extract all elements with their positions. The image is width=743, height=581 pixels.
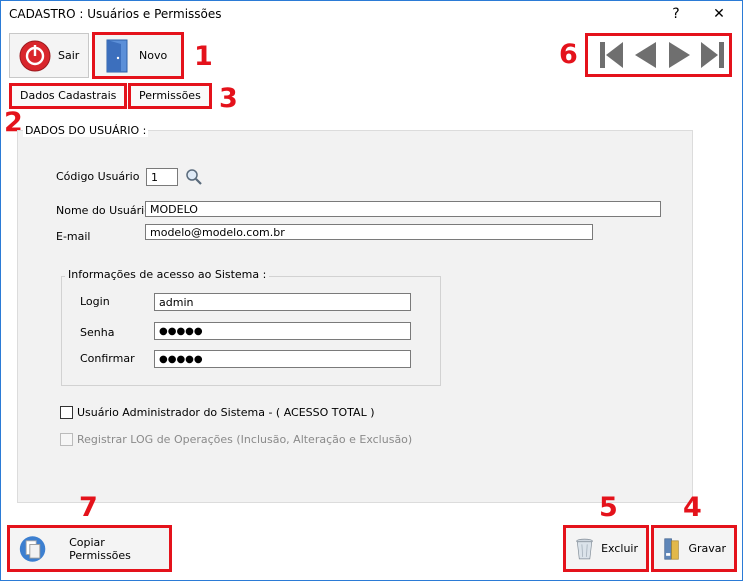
annotation-6: 6 xyxy=(559,39,578,70)
annotation-7: 7 xyxy=(79,492,98,523)
log-checkbox-label[interactable]: Registrar LOG de Operações (Inclusão, Al… xyxy=(77,433,412,446)
tab-dados-cadastrais[interactable]: Dados Cadastrais xyxy=(9,83,128,109)
excluir-label: Excluir xyxy=(601,542,638,555)
login-label: Login xyxy=(80,295,110,308)
window-title: CADASTRO : Usuários e Permissões xyxy=(9,7,222,21)
annotation-4: 4 xyxy=(683,492,702,523)
first-record-icon[interactable] xyxy=(597,39,625,71)
email-input[interactable]: modelo@modelo.com.br xyxy=(145,224,593,240)
copy-permissions-icon xyxy=(19,535,46,562)
power-icon xyxy=(19,40,51,71)
annotation-1: 1 xyxy=(194,41,213,72)
tab-permissoes[interactable]: Permissões xyxy=(128,83,212,109)
copiar-permissoes-button[interactable]: Copiar Permissões xyxy=(7,525,172,572)
novo-label: Novo xyxy=(139,49,168,62)
confirmar-input[interactable]: ●●●●● xyxy=(154,350,411,368)
previous-record-icon[interactable] xyxy=(631,39,659,71)
door-icon xyxy=(106,39,128,72)
nome-label: Nome do Usuário xyxy=(56,204,151,217)
annotation-3: 3 xyxy=(219,83,238,114)
log-checkbox[interactable] xyxy=(60,433,73,446)
gravar-button[interactable]: Gravar xyxy=(651,525,737,572)
copiar-label: Copiar Permissões xyxy=(69,535,131,562)
codigo-input[interactable]: 1 xyxy=(146,168,178,186)
login-input[interactable]: admin xyxy=(154,293,411,311)
last-record-icon[interactable] xyxy=(699,39,727,71)
help-button[interactable]: ? xyxy=(661,3,691,25)
admin-checkbox-label[interactable]: Usuário Administrador do Sistema - ( ACE… xyxy=(77,406,374,419)
novo-button[interactable]: Novo xyxy=(92,32,184,79)
search-icon[interactable] xyxy=(185,168,203,186)
save-binder-icon xyxy=(664,537,679,560)
admin-checkbox[interactable] xyxy=(60,406,73,419)
nome-input[interactable]: MODELO xyxy=(145,201,661,217)
next-record-icon[interactable] xyxy=(666,39,694,71)
excluir-button[interactable]: Excluir xyxy=(563,525,649,572)
gravar-label: Gravar xyxy=(688,542,726,555)
sair-label: Sair xyxy=(58,49,80,62)
senha-input[interactable]: ●●●●● xyxy=(154,322,411,340)
window: CADASTRO : Usuários e Permissões ? ✕ Sai… xyxy=(0,0,743,581)
senha-label: Senha xyxy=(80,326,115,339)
confirmar-label: Confirmar xyxy=(80,352,135,365)
sair-button[interactable]: Sair xyxy=(9,33,89,78)
trash-icon xyxy=(576,538,593,559)
close-button[interactable]: ✕ xyxy=(704,3,734,25)
codigo-label: Código Usuário xyxy=(56,170,140,183)
section-title: DADOS DO USUÁRIO : xyxy=(23,124,149,137)
title-bar: CADASTRO : Usuários e Permissões ? ✕ xyxy=(1,1,742,29)
annotation-5: 5 xyxy=(599,492,618,523)
email-label: E-mail xyxy=(56,230,91,243)
access-group-title: Informações de acesso ao Sistema : xyxy=(65,268,270,281)
